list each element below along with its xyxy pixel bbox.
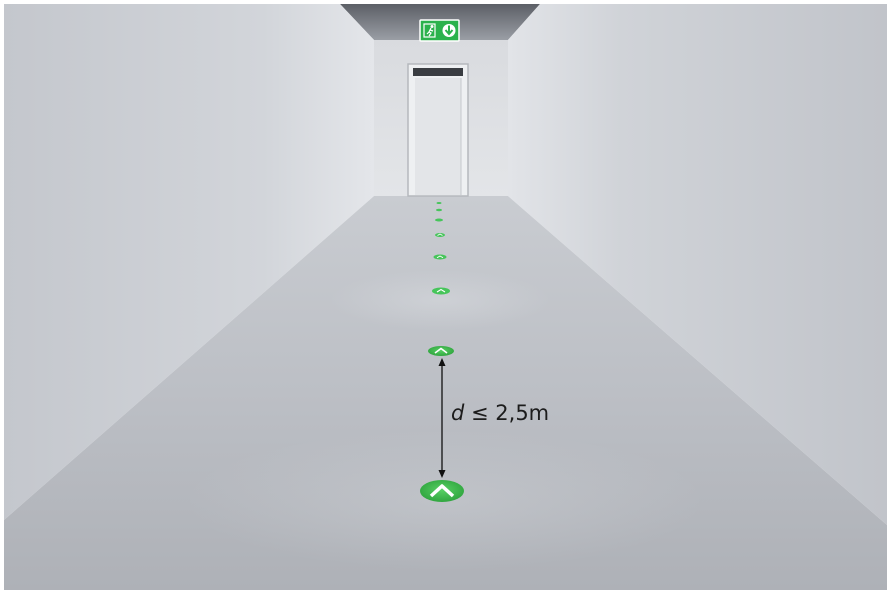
floor-marker xyxy=(436,208,442,212)
floor-light-pool xyxy=(330,270,550,330)
floor-marker xyxy=(436,202,442,204)
floor-marker xyxy=(435,233,445,237)
floor-marker xyxy=(433,254,447,260)
exit-door xyxy=(407,63,469,197)
arrow-down-icon xyxy=(442,24,456,37)
corridor-scene xyxy=(0,0,891,593)
floor-marker xyxy=(432,287,450,295)
distance-relation: ≤ 2,5m xyxy=(464,401,550,425)
floor-marker xyxy=(428,346,454,356)
distance-label: d ≤ 2,5m xyxy=(451,399,549,427)
floor-marker xyxy=(435,218,443,222)
floor-marker xyxy=(420,480,464,502)
distance-variable: d xyxy=(451,401,465,425)
exit-sign xyxy=(419,19,460,42)
